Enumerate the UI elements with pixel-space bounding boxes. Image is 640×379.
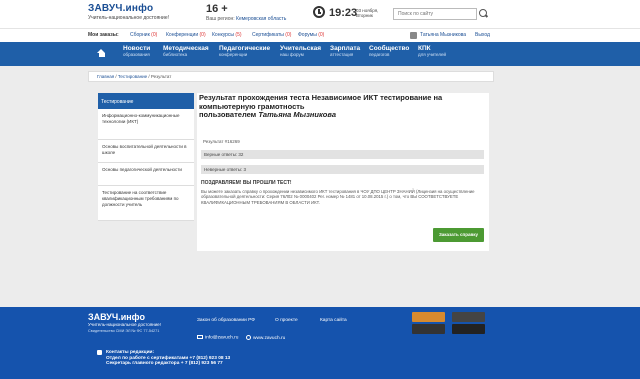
footer-site-text: www.zavuch.ru	[253, 335, 286, 341]
page-title-text: Результат прохождения теста Независимое …	[199, 93, 443, 111]
nav-news-sub: образования	[123, 52, 150, 57]
orders-conferences-count: (0)	[199, 32, 206, 38]
nav-library-title: Методическая	[163, 45, 209, 52]
nav-forum-sub: наш форум	[280, 52, 304, 57]
sidebar-item-pedagogy[interactable]: Основы педагогической деятельности	[98, 163, 194, 186]
page-title-user-prefix: пользователем	[199, 110, 257, 119]
search-input[interactable]	[393, 8, 477, 20]
sidebar: Тестирование Информационно-коммуникацион…	[98, 93, 194, 233]
nav-forum-title: Учительская	[280, 45, 322, 52]
orders-contests-count: (5)	[235, 32, 242, 38]
breadcrumb-current: Результат	[150, 74, 172, 79]
orders-forums-label: Форумы	[298, 32, 317, 38]
orders-certificates-label: Сертификаты	[252, 32, 284, 38]
nav-conferences-sub: конференции	[219, 52, 248, 57]
footer-email-text: info@zavuch.ru	[205, 335, 239, 341]
site-header: ЗАВУЧ.инфо Учитель-национальное достояни…	[0, 0, 640, 28]
orders-forums[interactable]: Форумы (0)	[298, 32, 324, 38]
orders-forums-count: (0)	[318, 32, 325, 38]
footer-contact-certificates: Отдел по работе с сертификатами +7 (812)…	[106, 355, 231, 361]
orders-contests-label: Конкурсы	[212, 32, 235, 38]
phone-icon	[97, 350, 102, 355]
result-number: Результат #16269	[203, 139, 240, 144]
region-label: Ваш регион:	[206, 16, 235, 22]
nav-kpk-title: КПК	[418, 45, 431, 52]
logout-link[interactable]: Выход	[475, 32, 490, 38]
breadcrumb-testing[interactable]: Тестирование	[118, 74, 147, 79]
sidebar-title[interactable]: Тестирование	[98, 93, 194, 109]
nav-forum[interactable]: Учительская наш форум	[280, 45, 321, 57]
nav-salary[interactable]: Зарплата аттестация	[330, 45, 360, 57]
orders-conferences[interactable]: Конференции (0)	[166, 32, 206, 38]
certificate-message: Вы можете заказать справку о прохождении…	[201, 189, 475, 205]
footer-link-about[interactable]: О проекте	[275, 318, 298, 323]
main-nav: Новости образования Методическая библиот…	[0, 42, 640, 66]
counter-badge-1[interactable]	[412, 312, 445, 322]
logo[interactable]: ЗАВУЧ.инфо Учитель-национальное достояни…	[88, 3, 169, 21]
nav-library-sub: библиотека	[163, 52, 188, 57]
wrong-answers: Неверные ответы: 3	[201, 165, 484, 174]
footer-link-sitemap[interactable]: Карта сайта	[320, 318, 347, 323]
nav-community-sub: педагогов	[369, 52, 390, 57]
nav-salary-sub: аттестация	[330, 52, 354, 57]
counter-badge-2[interactable]	[412, 324, 445, 334]
page-title: Результат прохождения теста Независимое …	[197, 93, 489, 121]
orders-bar: Мои заказы: Сборник (0) Конференции (0) …	[0, 28, 640, 42]
mailru-counter-badge[interactable]	[452, 324, 485, 334]
orders-label: Мои заказы:	[88, 32, 119, 38]
nav-news-title: Новости	[123, 45, 151, 52]
orders-contests[interactable]: Конкурсы (5)	[212, 32, 242, 38]
globe-icon	[246, 335, 251, 340]
footer-tagline: Учитель-национальное достояние!	[88, 322, 161, 327]
footer-email[interactable]: info@zavuch.ru	[197, 335, 238, 340]
order-certificate-button[interactable]: Заказать справку	[433, 228, 484, 242]
orders-certificates[interactable]: Сертификаты (0)	[252, 32, 291, 38]
orders-conferences-label: Конференции	[166, 32, 199, 38]
nav-community[interactable]: Сообщество педагогов	[369, 45, 409, 57]
footer-logo[interactable]: ЗАВУЧ.инфо	[88, 312, 145, 322]
sidebar-item-ict[interactable]: Информационно-коммуникационные технологи…	[98, 109, 194, 140]
nav-news[interactable]: Новости образования	[123, 45, 150, 57]
user-avatar-icon	[410, 32, 417, 39]
nav-kpk[interactable]: КПК для учителей	[418, 45, 446, 57]
nav-conferences-title: Педагогические	[219, 45, 271, 52]
footer-contacts: Контакты редакции: Отдел по работе с сер…	[106, 350, 230, 367]
region-link[interactable]: Кемеровская область	[236, 16, 286, 22]
counter-badge-3[interactable]	[452, 312, 485, 322]
envelope-icon	[197, 335, 203, 339]
nav-conferences[interactable]: Педагогические конференции	[219, 45, 270, 57]
main-content: Результат прохождения теста Независимое …	[197, 93, 489, 251]
nav-community-title: Сообщество	[369, 45, 410, 52]
correct-answers: Верные ответы: 32	[201, 150, 484, 159]
nav-library[interactable]: Методическая библиотека	[163, 45, 209, 57]
congrats-text: ПОЗДРАВЛЯЕМ! ВЫ ПРОШЛИ ТЕСТ!	[201, 180, 292, 186]
age-rating: 16 +	[206, 3, 228, 15]
current-time: 19:23	[329, 7, 358, 19]
footer: ЗАВУЧ.инфо Учитель-национальное достояни…	[0, 307, 640, 379]
home-icon[interactable]	[97, 49, 106, 58]
nav-salary-title: Зарплата	[330, 45, 361, 52]
footer-site[interactable]: www.zavuch.ru	[246, 335, 285, 341]
nav-kpk-sub: для учителей	[418, 52, 447, 57]
orders-sbornik[interactable]: Сборник (0)	[130, 32, 157, 38]
logo-tagline: Учитель-национальное достояние!	[88, 15, 170, 21]
footer-registration: Свидетельство СМИ ЭЛ № ФС 77-54271	[88, 329, 160, 333]
region-info: Ваш регион: Кемеровская область	[206, 16, 286, 22]
orders-sbornik-count: (0)	[151, 32, 158, 38]
footer-contact-secretary: Секретарь главного редактора + 7 (812) 9…	[106, 361, 223, 367]
orders-certificates-count: (0)	[285, 32, 292, 38]
current-date: 03 ноября, Вторник	[356, 8, 379, 18]
sidebar-item-qualification[interactable]: Тестирование на соответствие квалификаци…	[98, 186, 194, 221]
orders-sbornik-label: Сборник	[130, 32, 150, 38]
user-name-link[interactable]: Татьяна Мызникова	[420, 32, 466, 38]
search-icon[interactable]	[479, 9, 487, 17]
footer-link-law[interactable]: Закон об образовании РФ	[197, 318, 255, 323]
page-title-user-name: Татьяна Мызникова	[258, 110, 336, 119]
footer-contacts-title: Контакты редакции:	[106, 350, 155, 355]
sidebar-item-upbringing[interactable]: Основы воспитательной деятельности в шко…	[98, 140, 194, 163]
logo-text[interactable]: ЗАВУЧ.инфо	[88, 3, 169, 14]
breadcrumb: Главная / Тестирование / Результат	[88, 71, 494, 82]
breadcrumb-home[interactable]: Главная	[97, 74, 114, 79]
clock-icon	[313, 6, 325, 18]
